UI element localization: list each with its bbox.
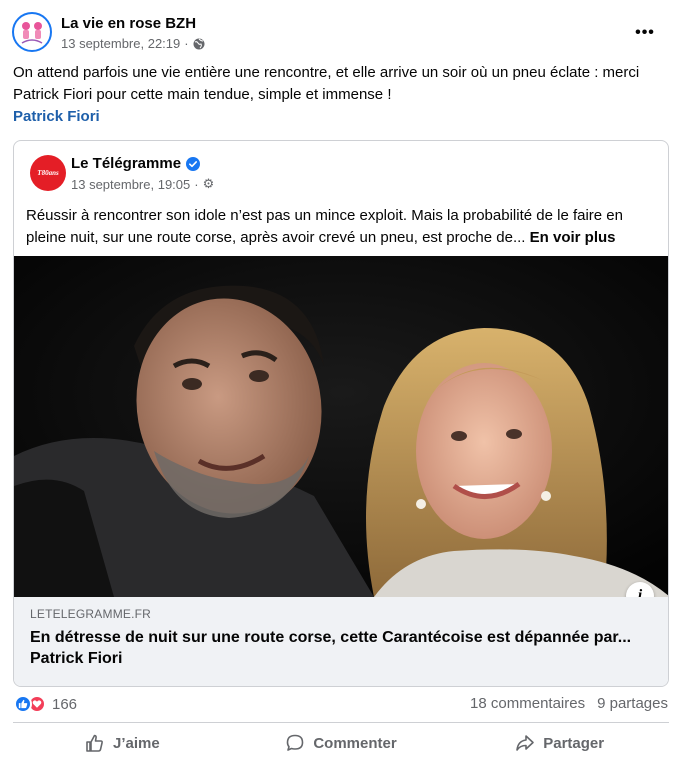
shared-photo[interactable] [14, 256, 668, 597]
photo-illustration [14, 256, 668, 597]
shared-text: Réussir à rencontrer son idole n’est pas… [26, 205, 658, 249]
comment-icon [287, 734, 304, 751]
like-label: J’aime [112, 734, 160, 752]
verified-icon [186, 156, 201, 171]
meta-separator: · [184, 36, 189, 51]
globe-icon [193, 38, 205, 49]
engagement-stats: 18 commentaires 9 partages [470, 695, 668, 712]
shared-meta-separator: · [194, 176, 199, 192]
post-header: La vie en rose BZH 13 septembre, 22:19 ·… [12, 12, 670, 56]
share-button[interactable]: Partager [450, 726, 669, 760]
shared-page-name[interactable]: Le Télégramme [71, 155, 181, 172]
post-timestamp[interactable]: 13 septembre, 22:19 [61, 36, 180, 51]
shared-page-name-row: Le Télégramme [71, 155, 201, 172]
comment-label: Commenter [313, 734, 397, 752]
shared-meta: 13 septembre, 19:05 · ⚙ [71, 176, 214, 192]
shared-post-card[interactable]: T80ans Le Télégramme 13 septembre, 19:05… [13, 140, 669, 687]
divider [13, 722, 669, 723]
link-preview[interactable]: LETELEGRAMME.FR En détresse de nuit sur … [14, 597, 668, 686]
comment-button[interactable]: Commenter [232, 726, 451, 760]
gear-icon: ⚙ [202, 176, 215, 191]
share-label: Partager [543, 734, 605, 752]
comments-count[interactable]: 18 commentaires [470, 695, 585, 712]
more-options-button[interactable]: ••• [630, 18, 660, 48]
thumbs-up-icon [86, 734, 103, 752]
shared-page-avatar[interactable]: T80ans [30, 155, 66, 191]
post-text: On attend parfois une vie entière une re… [13, 64, 640, 103]
action-bar: J’aime Commenter Partager [13, 726, 669, 760]
mention-link[interactable]: Patrick Fiori [13, 108, 100, 125]
thumbs-up-icon [14, 695, 32, 713]
page-avatar[interactable] [12, 12, 52, 52]
page-logo-icon [16, 16, 48, 48]
like-button[interactable]: J’aime [13, 726, 232, 760]
reaction-count: 166 [52, 695, 78, 713]
reaction-summary[interactable]: 166 [14, 694, 77, 714]
link-title[interactable]: En détresse de nuit sur une route corse,… [30, 627, 650, 669]
see-more-link[interactable]: En voir plus [530, 229, 616, 246]
post-meta: 13 septembre, 22:19 · [61, 36, 205, 51]
link-domain: LETELEGRAMME.FR [30, 607, 152, 621]
page-name[interactable]: La vie en rose BZH [61, 15, 196, 32]
shares-count[interactable]: 9 partages [597, 695, 668, 712]
shared-timestamp[interactable]: 13 septembre, 19:05 [71, 177, 190, 192]
share-icon [516, 735, 535, 751]
